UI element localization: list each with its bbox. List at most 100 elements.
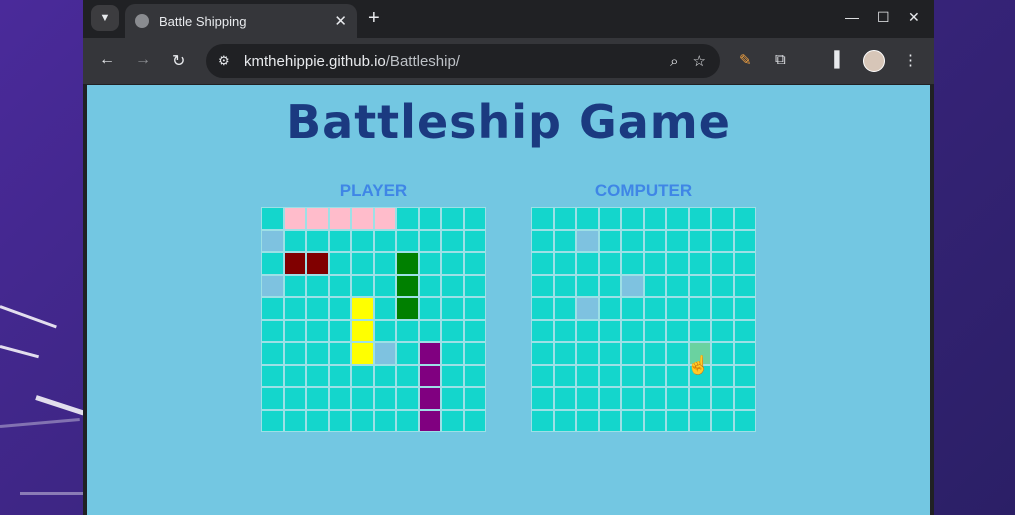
grid-cell[interactable] — [531, 364, 554, 387]
grid-cell[interactable] — [643, 387, 666, 410]
active-tab[interactable]: Battle Shipping ✕ — [125, 4, 357, 38]
grid-cell[interactable] — [621, 319, 644, 342]
grid-cell[interactable] — [688, 274, 711, 297]
grid-cell[interactable] — [688, 409, 711, 432]
grid-cell[interactable] — [711, 274, 734, 297]
hovered-cell[interactable] — [688, 342, 711, 365]
grid-cell[interactable] — [666, 252, 689, 275]
site-info-icon[interactable]: ⚙ — [218, 53, 236, 69]
grid-cell[interactable] — [621, 387, 644, 410]
grid-cell[interactable] — [598, 364, 621, 387]
miss-cell[interactable] — [576, 229, 599, 252]
grid-cell[interactable] — [733, 387, 756, 410]
address-bar[interactable]: ⚙ kmthehippie.github.io/Battleship/ ⌕ ☆ — [206, 44, 720, 78]
side-panel-icon[interactable]: ▐ — [829, 51, 840, 68]
grid-cell[interactable] — [598, 207, 621, 230]
grid-cell[interactable] — [666, 274, 689, 297]
grid-cell[interactable] — [733, 409, 756, 432]
grid-cell[interactable] — [733, 342, 756, 365]
grid-cell[interactable] — [688, 387, 711, 410]
url-text[interactable]: kmthehippie.github.io/Battleship/ — [244, 53, 670, 70]
extensions-icon[interactable]: ⧉ — [775, 51, 786, 68]
minimize-icon[interactable]: — — [845, 9, 859, 25]
grid-cell[interactable] — [643, 274, 666, 297]
grid-cell[interactable] — [576, 207, 599, 230]
grid-cell[interactable] — [643, 252, 666, 275]
grid-cell[interactable] — [576, 319, 599, 342]
grid-cell[interactable] — [621, 207, 644, 230]
grid-cell[interactable] — [553, 297, 576, 320]
grid-cell[interactable] — [531, 387, 554, 410]
grid-cell[interactable] — [711, 387, 734, 410]
grid-cell[interactable] — [711, 297, 734, 320]
grid-cell[interactable] — [621, 409, 644, 432]
grid-cell[interactable] — [598, 252, 621, 275]
grid-cell[interactable] — [666, 387, 689, 410]
grid-cell[interactable] — [576, 364, 599, 387]
grid-cell[interactable] — [733, 319, 756, 342]
grid-cell[interactable] — [666, 364, 689, 387]
grid-cell[interactable] — [553, 252, 576, 275]
grid-cell[interactable] — [621, 252, 644, 275]
maximize-icon[interactable]: ☐ — [877, 9, 890, 26]
grid-cell[interactable] — [553, 387, 576, 410]
grid-cell[interactable] — [598, 297, 621, 320]
grid-cell[interactable] — [576, 387, 599, 410]
grid-cell[interactable] — [553, 364, 576, 387]
grid-cell[interactable] — [666, 229, 689, 252]
grid-cell[interactable] — [711, 319, 734, 342]
grid-cell[interactable] — [576, 274, 599, 297]
grid-cell[interactable] — [621, 364, 644, 387]
grid-cell[interactable] — [711, 252, 734, 275]
grid-cell[interactable] — [643, 364, 666, 387]
grid-cell[interactable] — [733, 274, 756, 297]
grid-cell[interactable] — [553, 207, 576, 230]
close-tab-icon[interactable]: ✕ — [334, 12, 347, 30]
grid-cell[interactable] — [576, 409, 599, 432]
grid-cell[interactable] — [553, 342, 576, 365]
grid-cell[interactable] — [688, 364, 711, 387]
grid-cell[interactable] — [688, 207, 711, 230]
bookmark-star-icon[interactable]: ☆ — [693, 52, 706, 70]
grid-cell[interactable] — [666, 207, 689, 230]
grid-cell[interactable] — [621, 229, 644, 252]
grid-cell[interactable] — [688, 229, 711, 252]
zoom-icon[interactable]: ⌕ — [670, 53, 678, 70]
grid-cell[interactable] — [598, 342, 621, 365]
grid-cell[interactable] — [553, 274, 576, 297]
grid-cell[interactable] — [531, 252, 554, 275]
menu-icon[interactable]: ⋮ — [903, 51, 918, 69]
grid-cell[interactable] — [531, 297, 554, 320]
grid-cell[interactable] — [711, 364, 734, 387]
forward-icon[interactable]: → — [135, 51, 151, 69]
grid-cell[interactable] — [531, 319, 554, 342]
grid-cell[interactable] — [688, 319, 711, 342]
tab-search-button[interactable]: ▼ — [91, 5, 119, 31]
grid-cell[interactable] — [598, 229, 621, 252]
grid-cell[interactable] — [621, 342, 644, 365]
miss-cell[interactable] — [576, 297, 599, 320]
grid-cell[interactable] — [531, 342, 554, 365]
close-window-icon[interactable]: ✕ — [908, 9, 920, 26]
grid-cell[interactable] — [576, 342, 599, 365]
back-icon[interactable]: ← — [99, 51, 115, 69]
grid-cell[interactable] — [666, 297, 689, 320]
pen-icon[interactable]: ✎ — [739, 51, 752, 69]
grid-cell[interactable] — [531, 409, 554, 432]
grid-cell[interactable] — [733, 252, 756, 275]
grid-cell[interactable] — [666, 342, 689, 365]
grid-cell[interactable] — [733, 229, 756, 252]
grid-cell[interactable] — [598, 319, 621, 342]
grid-cell[interactable] — [598, 387, 621, 410]
grid-cell[interactable] — [598, 274, 621, 297]
grid-cell[interactable] — [711, 342, 734, 365]
grid-cell[interactable] — [688, 252, 711, 275]
grid-cell[interactable] — [621, 297, 644, 320]
miss-cell[interactable] — [621, 274, 644, 297]
reload-icon[interactable]: ↻ — [172, 51, 185, 71]
grid-cell[interactable] — [711, 409, 734, 432]
grid-cell[interactable] — [553, 229, 576, 252]
grid-cell[interactable] — [733, 297, 756, 320]
grid-cell[interactable] — [733, 207, 756, 230]
grid-cell[interactable] — [643, 207, 666, 230]
